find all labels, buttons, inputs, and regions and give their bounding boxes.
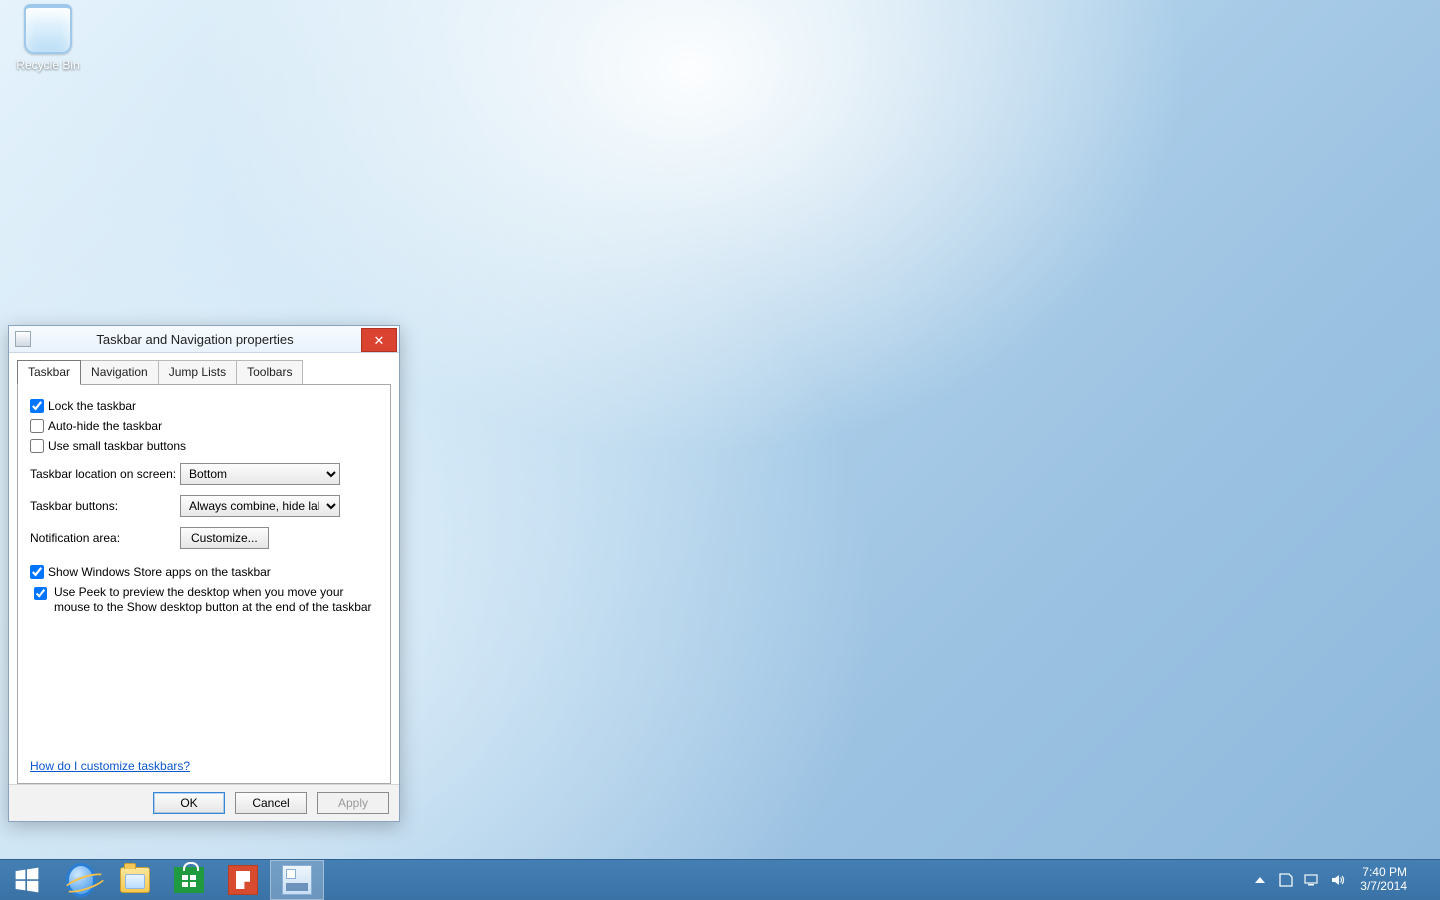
label-taskbar-location: Taskbar location on screen: <box>30 467 180 481</box>
clock-date: 3/7/2014 <box>1360 880 1407 894</box>
tray-network-icon[interactable] <box>1304 872 1320 888</box>
dialog-title: Taskbar and Navigation properties <box>37 332 353 347</box>
tray-show-hidden-icons[interactable] <box>1252 872 1268 888</box>
file-explorer-icon <box>120 865 150 895</box>
start-button[interactable] <box>0 860 54 900</box>
tab-navigation[interactable]: Navigation <box>81 360 159 385</box>
checkbox-use-peek[interactable] <box>34 587 47 600</box>
select-taskbar-location[interactable]: Bottom <box>180 463 340 485</box>
desktop-icon-label: Recycle Bin <box>10 58 86 72</box>
internet-explorer-icon <box>66 865 96 895</box>
properties-window-icon <box>282 865 312 895</box>
close-icon: ✕ <box>374 334 385 347</box>
desktop-background[interactable]: Recycle Bin Taskbar and Navigation prope… <box>0 0 1440 860</box>
dialog-tabstrip: Taskbar Navigation Jump Lists Toolbars <box>9 353 399 384</box>
taskbar-properties-dialog: Taskbar and Navigation properties ✕ Task… <box>8 325 400 822</box>
checkbox-label: Show Windows Store apps on the taskbar <box>48 565 271 579</box>
desktop-icon-recycle-bin[interactable]: Recycle Bin <box>10 4 86 72</box>
checkbox-show-store-apps[interactable] <box>30 565 44 579</box>
taskbar-button-store[interactable] <box>162 860 216 900</box>
apply-button[interactable]: Apply <box>317 792 389 814</box>
taskbar-button-taskbar-properties[interactable] <box>270 860 324 900</box>
label-taskbar-buttons: Taskbar buttons: <box>30 499 180 513</box>
checkbox-small-taskbar-buttons[interactable] <box>30 439 44 453</box>
taskbar-clock[interactable]: 7:40 PM 3/7/2014 <box>1356 862 1415 898</box>
windows-logo-icon <box>12 865 42 895</box>
chevron-up-icon <box>1255 877 1265 883</box>
windows-store-icon <box>174 865 204 895</box>
ok-button[interactable]: OK <box>153 792 225 814</box>
clock-time: 7:40 PM <box>1360 866 1407 880</box>
checkbox-auto-hide-taskbar[interactable] <box>30 419 44 433</box>
close-button[interactable]: ✕ <box>361 328 397 352</box>
app-icon <box>228 865 258 895</box>
taskbar-button-internet-explorer[interactable] <box>54 860 108 900</box>
recycle-bin-icon <box>22 4 74 56</box>
checkbox-label: Use Peek to preview the desktop when you… <box>54 585 378 615</box>
taskbar: 7:40 PM 3/7/2014 <box>0 859 1440 900</box>
dialog-footer: OK Cancel Apply <box>9 784 399 821</box>
taskbar-button-file-explorer[interactable] <box>108 860 162 900</box>
checkbox-label: Lock the taskbar <box>48 399 136 413</box>
customize-notification-button[interactable]: Customize... <box>180 527 269 549</box>
label-notification-area: Notification area: <box>30 531 180 545</box>
dialog-titlebar[interactable]: Taskbar and Navigation properties ✕ <box>9 326 399 353</box>
help-link-customize-taskbars[interactable]: How do I customize taskbars? <box>30 759 190 773</box>
tray-action-center-icon[interactable] <box>1278 872 1294 888</box>
tab-panel-taskbar: Lock the taskbar Auto-hide the taskbar U… <box>17 384 391 784</box>
tab-taskbar[interactable]: Taskbar <box>17 360 81 385</box>
checkbox-label: Use small taskbar buttons <box>48 439 186 453</box>
checkbox-label: Auto-hide the taskbar <box>48 419 162 433</box>
tray-volume-icon[interactable] <box>1330 872 1346 888</box>
taskbar-button-app-1[interactable] <box>216 860 270 900</box>
tab-jump-lists[interactable]: Jump Lists <box>159 360 237 385</box>
tab-toolbars[interactable]: Toolbars <box>237 360 303 385</box>
checkbox-lock-taskbar[interactable] <box>30 399 44 413</box>
cancel-button[interactable]: Cancel <box>235 792 307 814</box>
select-taskbar-buttons[interactable]: Always combine, hide labels <box>180 495 340 517</box>
dialog-sysmenu-icon[interactable] <box>15 331 31 347</box>
system-tray: 7:40 PM 3/7/2014 <box>1242 860 1440 900</box>
